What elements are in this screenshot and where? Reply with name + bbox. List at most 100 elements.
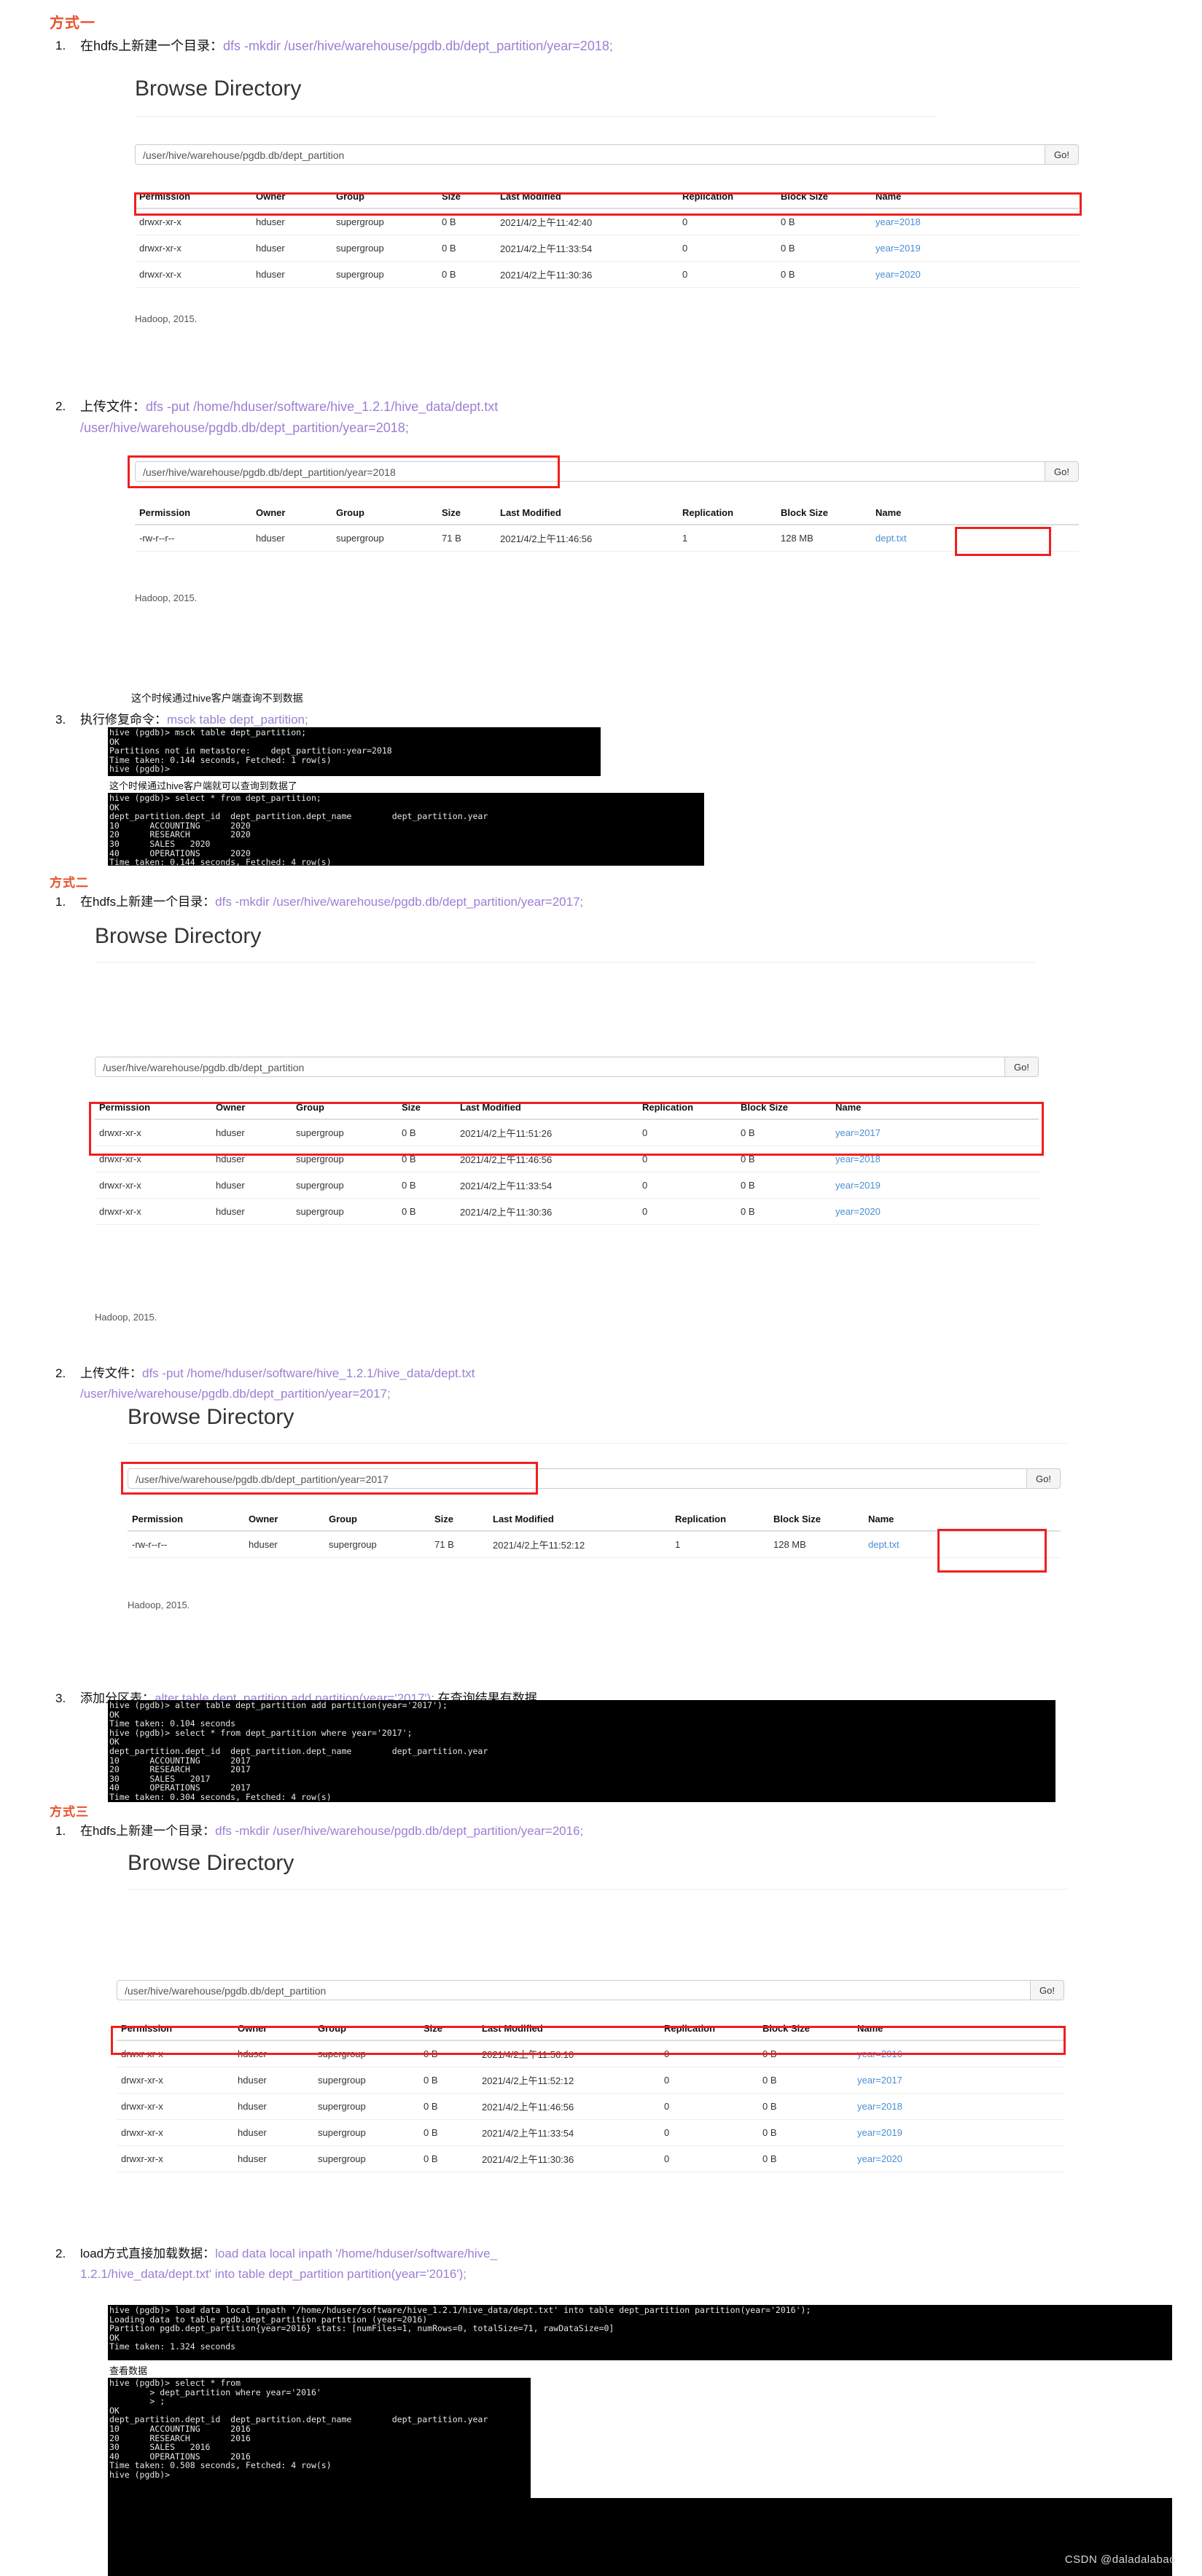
cell-name[interactable]: year=2019 [831,1172,1039,1199]
cell-replication: 0 [660,2119,758,2146]
step-way2-1: 1. 在hdfs上新建一个目录：dfs -mkdir /user/hive/wa… [55,893,1101,912]
path-input-3[interactable]: /user/hive/warehouse/pgdb.db/dept_partit… [95,1057,1006,1077]
table-row: drwxr-xr-x hduser supergroup 0 B 2021/4/2上午1… [95,1146,1039,1172]
table-body: drwxr-xr-x hduser supergroup 0 B 2021/4/2上午1… [135,208,1079,288]
go-button-3[interactable]: Go! [1005,1057,1039,1077]
file-name-link[interactable]: year=2017 [835,1127,881,1138]
cell-permission: drwxr-xr-x [95,1198,211,1225]
step-label: 在hdfs上新建一个目录： [80,39,224,53]
cell-owner: hduser [211,1146,292,1172]
cell-blocksize: 0 B [758,2040,853,2067]
step-number: 1. [55,1824,66,1838]
file-name-link[interactable]: year=2020 [875,269,921,280]
table-row: drwxr-xr-x hduser supergroup 0 B 2021/4/2上午1… [135,235,1079,262]
file-name-link[interactable]: year=2019 [857,2127,902,2138]
cell-modified: 2021/4/2上午11:33:54 [477,2119,660,2146]
cell-owner: hduser [211,1198,292,1225]
cell-group: supergroup [332,261,437,288]
cell-replication: 0 [660,2145,758,2172]
cell-name[interactable]: year=2019 [853,2119,1064,2146]
path-input-4[interactable]: /user/hive/warehouse/pgdb.db/dept_partit… [128,1468,1028,1489]
cell-group: supergroup [292,1146,397,1172]
step-label: 在hdfs上新建一个目录： [80,895,216,909]
watermark: CSDN @daladalabao [1064,2553,1176,2566]
go-button-1[interactable]: Go! [1045,144,1079,165]
step-label: 执行修复命令： [80,713,167,727]
cell-name[interactable]: year=2018 [853,2093,1064,2120]
th-size: Size [397,1099,456,1120]
cell-name[interactable]: year=2018 [831,1146,1039,1172]
cell-size: 0 B [397,1198,456,1225]
cell-name[interactable]: year=2020 [831,1198,1039,1225]
cell-size: 0 B [419,2067,477,2094]
file-name-link[interactable]: dept.txt [868,1539,899,1550]
file-name-link[interactable]: year=2016 [857,2048,902,2059]
path-bar-4[interactable]: /user/hive/warehouse/pgdb.db/dept_partit… [128,1468,1061,1489]
file-name-link[interactable]: year=2018 [875,216,921,227]
cell-name[interactable]: year=2020 [871,261,1079,288]
cell-permission: -rw-r--r-- [128,1531,244,1558]
browse-directory-heading: Browse Directory [128,1405,294,1429]
cell-replication: 1 [671,1531,769,1558]
cell-modified: 2021/4/2上午11:56:10 [477,2040,660,2067]
table-row: drwxr-xr-x hduser supergroup 0 B 2021/4/2上午1… [117,2119,1064,2146]
path-bar-1[interactable]: /user/hive/warehouse/pgdb.db/dept_partit… [135,144,1079,165]
step-command-line1: dfs -put /home/hduser/software/hive_1.2.… [146,399,499,414]
th-owner: Owner [233,2020,313,2041]
cell-size: 71 B [437,525,496,552]
cell-name[interactable]: year=2016 [853,2040,1064,2067]
cell-blocksize: 0 B [776,261,871,288]
file-name-link[interactable]: year=2019 [835,1180,881,1191]
path-bar-3[interactable]: /user/hive/warehouse/pgdb.db/dept_partit… [95,1057,1039,1077]
file-name-link[interactable]: year=2018 [835,1154,881,1164]
th-last-modified: Last Modified [496,188,678,209]
path-input-1[interactable]: /user/hive/warehouse/pgdb.db/dept_partit… [135,144,1046,165]
file-name-link[interactable]: dept.txt [875,533,907,544]
th-block-size: Block Size [769,1511,864,1532]
cell-name[interactable]: year=2019 [871,235,1079,262]
cell-name[interactable]: year=2020 [853,2145,1064,2172]
th-group: Group [324,1511,430,1532]
th-block-size: Block Size [776,504,871,525]
file-name-link[interactable]: year=2018 [857,2101,902,2112]
terminal-way3-1: hive (pgdb)> load data local inpath '/ho… [108,2305,1172,2360]
path-bar-5[interactable]: /user/hive/warehouse/pgdb.db/dept_partit… [117,1980,1064,2000]
step-way2-2: 2. 上传文件：dfs -put /home/hduser/software/h… [55,1364,1101,1403]
cell-owner: hduser [233,2093,313,2120]
note-way1-1: 这个时候通过hive客户端查询不到数据 [131,692,303,704]
file-name-link[interactable]: year=2020 [835,1206,881,1217]
step-number: 3. [55,1691,66,1705]
cell-permission: -rw-r--r-- [135,525,251,552]
path-input-5[interactable]: /user/hive/warehouse/pgdb.db/dept_partit… [117,1980,1031,2000]
th-size: Size [437,504,496,525]
th-name: Name [871,504,1079,525]
cell-size: 0 B [397,1146,456,1172]
th-replication: Replication [678,504,776,525]
go-button-5[interactable]: Go! [1031,1980,1064,2000]
cell-name[interactable]: dept.txt [864,1531,1061,1558]
file-name-link[interactable]: year=2019 [875,243,921,254]
cell-name[interactable]: year=2017 [853,2067,1064,2094]
cell-name[interactable]: dept.txt [871,525,1079,552]
file-name-link[interactable]: year=2017 [857,2075,902,2086]
cell-group: supergroup [292,1172,397,1199]
terminal-text: hive (pgdb)> load data local inpath '/ho… [109,2305,811,2352]
th-size: Size [437,188,496,209]
step-way3-2: 2. load方式直接加载数据：load data local inpath '… [55,2244,1101,2283]
table-header-row: Permission Owner Group Size Last Modifie… [128,1511,1061,1532]
cell-group: supergroup [332,525,437,552]
go-button-2[interactable]: Go! [1045,461,1079,482]
cell-group: supergroup [313,2119,419,2146]
cell-owner: hduser [211,1172,292,1199]
path-bar-2[interactable]: /user/hive/warehouse/pgdb.db/dept_partit… [135,461,1079,482]
file-name-link[interactable]: year=2020 [857,2153,902,2164]
th-replication: Replication [671,1511,769,1532]
browse-directory-panel-1: Browse Directory [135,77,937,117]
step-command: msck table dept_partition; [167,713,308,727]
th-group: Group [292,1099,397,1120]
cell-name[interactable]: year=2018 [871,208,1079,235]
cell-name[interactable]: year=2017 [831,1119,1039,1146]
go-button-4[interactable]: Go! [1027,1468,1061,1489]
cell-modified: 2021/4/2上午11:42:40 [496,208,678,235]
path-input-2[interactable]: /user/hive/warehouse/pgdb.db/dept_partit… [135,461,1046,482]
